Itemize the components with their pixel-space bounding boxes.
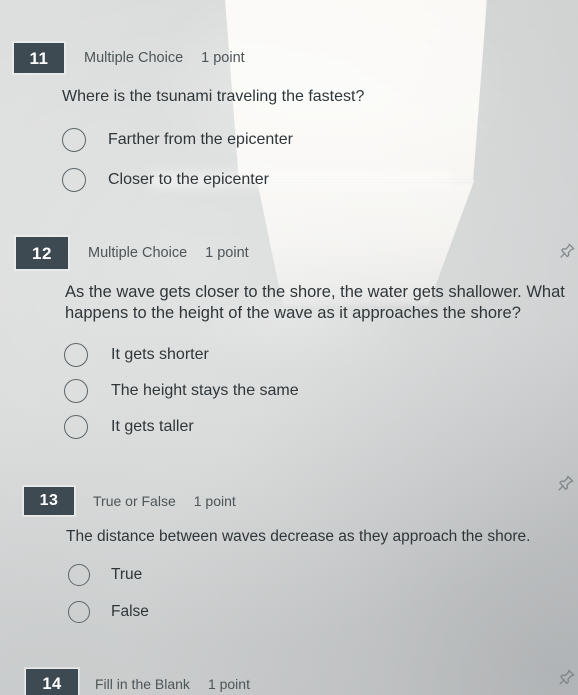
options-list-13: True False [68,556,578,630]
option-row[interactable]: True [68,556,578,593]
pin-icon[interactable] [558,242,576,260]
option-label: The height stays the same [111,381,299,399]
option-label: Farther from the epicenter [108,130,293,148]
option-label: It gets shorter [111,345,209,363]
options-list-11: Farther from the epicenter Closer to the… [62,120,578,200]
question-type-label-13: True or False [93,493,176,509]
radio-button-icon[interactable] [64,378,88,403]
question-points-label-14: 1 point [207,676,250,692]
option-row[interactable]: Farther from the epicenter [62,120,578,160]
question-item-12: 12 Multiple Choice 1 point As the wave ge… [0,236,578,445]
question-number-badge-14: 14 [25,668,79,695]
question-item-13: 13 True or False 1 point The distance bet… [0,475,578,630]
question-header-13: 13 True or False 1 point [0,475,578,516]
question-number-badge-12: 12 [15,236,69,270]
question-text-13: The distance between waves decrease as t… [66,528,531,545]
question-type-label-14: Fill in the Blank [95,676,190,692]
question-number-badge-11: 11 [13,42,65,74]
option-row[interactable]: False [68,593,578,630]
question-points-label-12: 1 point [205,245,249,261]
radio-button-icon[interactable] [68,563,90,586]
radio-button-icon[interactable] [64,414,88,439]
question-points-label-11: 1 point [201,50,245,66]
question-type-label-11: Multiple Choice [84,50,184,66]
option-label: True [111,565,143,583]
option-label: False [111,602,149,620]
radio-button-icon[interactable] [62,127,86,152]
question-text-11: Where is the tsunami traveling the faste… [62,88,365,105]
option-label: Closer to the epicenter [108,170,269,188]
question-meta-12: Multiple Choice 1 point [88,245,249,261]
radio-button-icon[interactable] [68,600,90,623]
question-header-12: 12 Multiple Choice 1 point [0,236,578,270]
question-meta-11: Multiple Choice 1 point [84,50,245,66]
radio-button-icon[interactable] [62,167,86,192]
option-label: It gets taller [111,417,194,435]
pin-icon[interactable] [557,668,576,687]
question-meta-13: True or False 1 point [93,493,236,509]
options-list-12: It gets shorter The height stays the sam… [64,337,578,445]
question-points-label-13: 1 point [193,493,236,509]
question-list: 11 Multiple Choice 1 point Where is the t… [0,0,578,695]
question-header-14: 14 Fill in the Blank 1 point [0,668,578,695]
quiz-screenshot: 11 Multiple Choice 1 point Where is the t… [0,0,578,695]
question-meta-14: Fill in the Blank 1 point [95,676,250,692]
option-row[interactable]: Closer to the epicenter [62,160,578,200]
question-header-11: 11 Multiple Choice 1 point [0,42,578,74]
question-text-12: As the wave gets closer to the shore, th… [65,283,565,323]
question-number-badge-13: 13 [23,486,75,516]
question-item-14: 14 Fill in the Blank 1 point [0,668,578,695]
question-type-label-12: Multiple Choice [88,245,188,261]
question-item-11: 11 Multiple Choice 1 point Where is the t… [0,42,578,200]
option-row[interactable]: It gets shorter [64,337,578,373]
radio-button-icon[interactable] [64,342,88,367]
pin-icon[interactable] [556,474,575,493]
option-row[interactable]: The height stays the same [64,373,578,409]
option-row[interactable]: It gets taller [64,409,578,445]
